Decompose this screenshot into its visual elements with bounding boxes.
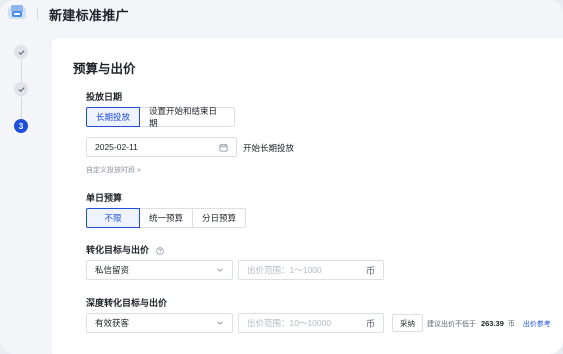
- top-bar: 新建标准推广: [0, 0, 563, 30]
- conversion-label-text: 转化目标与出价: [86, 245, 150, 255]
- start-date-input[interactable]: 2025-02-11: [86, 137, 237, 157]
- suggested-bid: 建议出价不低于 263.39 币 出价参考: [427, 319, 551, 329]
- check-icon: [17, 49, 25, 55]
- suggested-bid-unit: 币: [507, 321, 515, 328]
- custom-time-link-label: 自定义投放时段: [86, 167, 135, 174]
- custom-time-link[interactable]: 自定义投放时段 »: [86, 165, 141, 175]
- schedule-label: 投放日期: [86, 92, 123, 102]
- budget-option-unified[interactable]: 统一预算: [139, 208, 193, 228]
- step-2-done[interactable]: [14, 82, 28, 96]
- conversion-bid-placeholder: 出价范围：1～1000: [247, 265, 322, 275]
- schedule-option-date-range[interactable]: 设置开始和结束日期: [139, 106, 235, 128]
- topbar-divider: [37, 8, 38, 20]
- section-title: 预算与出价: [73, 62, 136, 76]
- schedule-option-long-term[interactable]: 长期投放: [86, 107, 140, 127]
- app-frame: 新建标准推广 3 预算与出价 投放日期 长期投放 设置开始和结束日期 2025-…: [0, 0, 563, 354]
- daily-budget-options: 不限 统一预算 分日预算: [86, 208, 246, 228]
- step-connector: [21, 60, 22, 81]
- deep-conversion-label: 深度转化目标与出价: [86, 298, 168, 308]
- suggested-bid-prefix: 建议出价不低于: [427, 321, 476, 328]
- start-date-value: 2025-02-11: [95, 142, 138, 152]
- step-connector: [21, 97, 22, 118]
- help-icon[interactable]: [155, 246, 164, 255]
- deep-conversion-bid-input[interactable]: 出价范围：10～10000 币: [238, 313, 384, 333]
- budget-bid-card: 预算与出价 投放日期 长期投放 设置开始和结束日期 2025-02-11 开始长…: [52, 38, 563, 354]
- adopt-button[interactable]: 采纳: [392, 314, 423, 332]
- chevron-down-icon: [217, 268, 223, 272]
- start-long-term-text: 开始长期投放: [243, 143, 295, 153]
- step-3-active[interactable]: 3: [14, 119, 28, 133]
- chevron-down-icon: [217, 321, 223, 325]
- budget-option-per-day[interactable]: 分日预算: [192, 208, 246, 228]
- step-indicator: 3: [0, 38, 44, 138]
- daily-budget-label: 单日预算: [86, 193, 123, 203]
- deep-conversion-goal-value: 有效获客: [95, 318, 130, 328]
- deep-conversion-bid-placeholder: 出价范围：10～10000: [247, 318, 332, 328]
- conversion-bid-input[interactable]: 出价范围：1～1000 币: [238, 260, 384, 280]
- conversion-bid-unit: 币: [365, 265, 375, 276]
- budget-option-unlimited[interactable]: 不限: [86, 208, 140, 228]
- calendar-icon: [219, 143, 228, 152]
- custom-time-arrow: »: [136, 167, 141, 174]
- bid-reference-link[interactable]: 出价参考: [523, 321, 551, 328]
- check-icon: [17, 86, 25, 92]
- step-1-done[interactable]: [14, 45, 28, 59]
- conversion-label: 转化目标与出价: [86, 243, 164, 256]
- suggested-bid-value: 263.39: [480, 319, 504, 328]
- deep-conversion-goal-select[interactable]: 有效获客: [86, 313, 233, 333]
- conversion-goal-select[interactable]: 私信留资: [86, 260, 233, 280]
- schedule-options: 长期投放 设置开始和结束日期: [86, 106, 235, 128]
- deep-conversion-bid-unit: 币: [365, 318, 375, 329]
- conversion-goal-value: 私信留资: [95, 265, 130, 275]
- app-logo-icon: [8, 5, 26, 19]
- page-title: 新建标准推广: [49, 8, 129, 23]
